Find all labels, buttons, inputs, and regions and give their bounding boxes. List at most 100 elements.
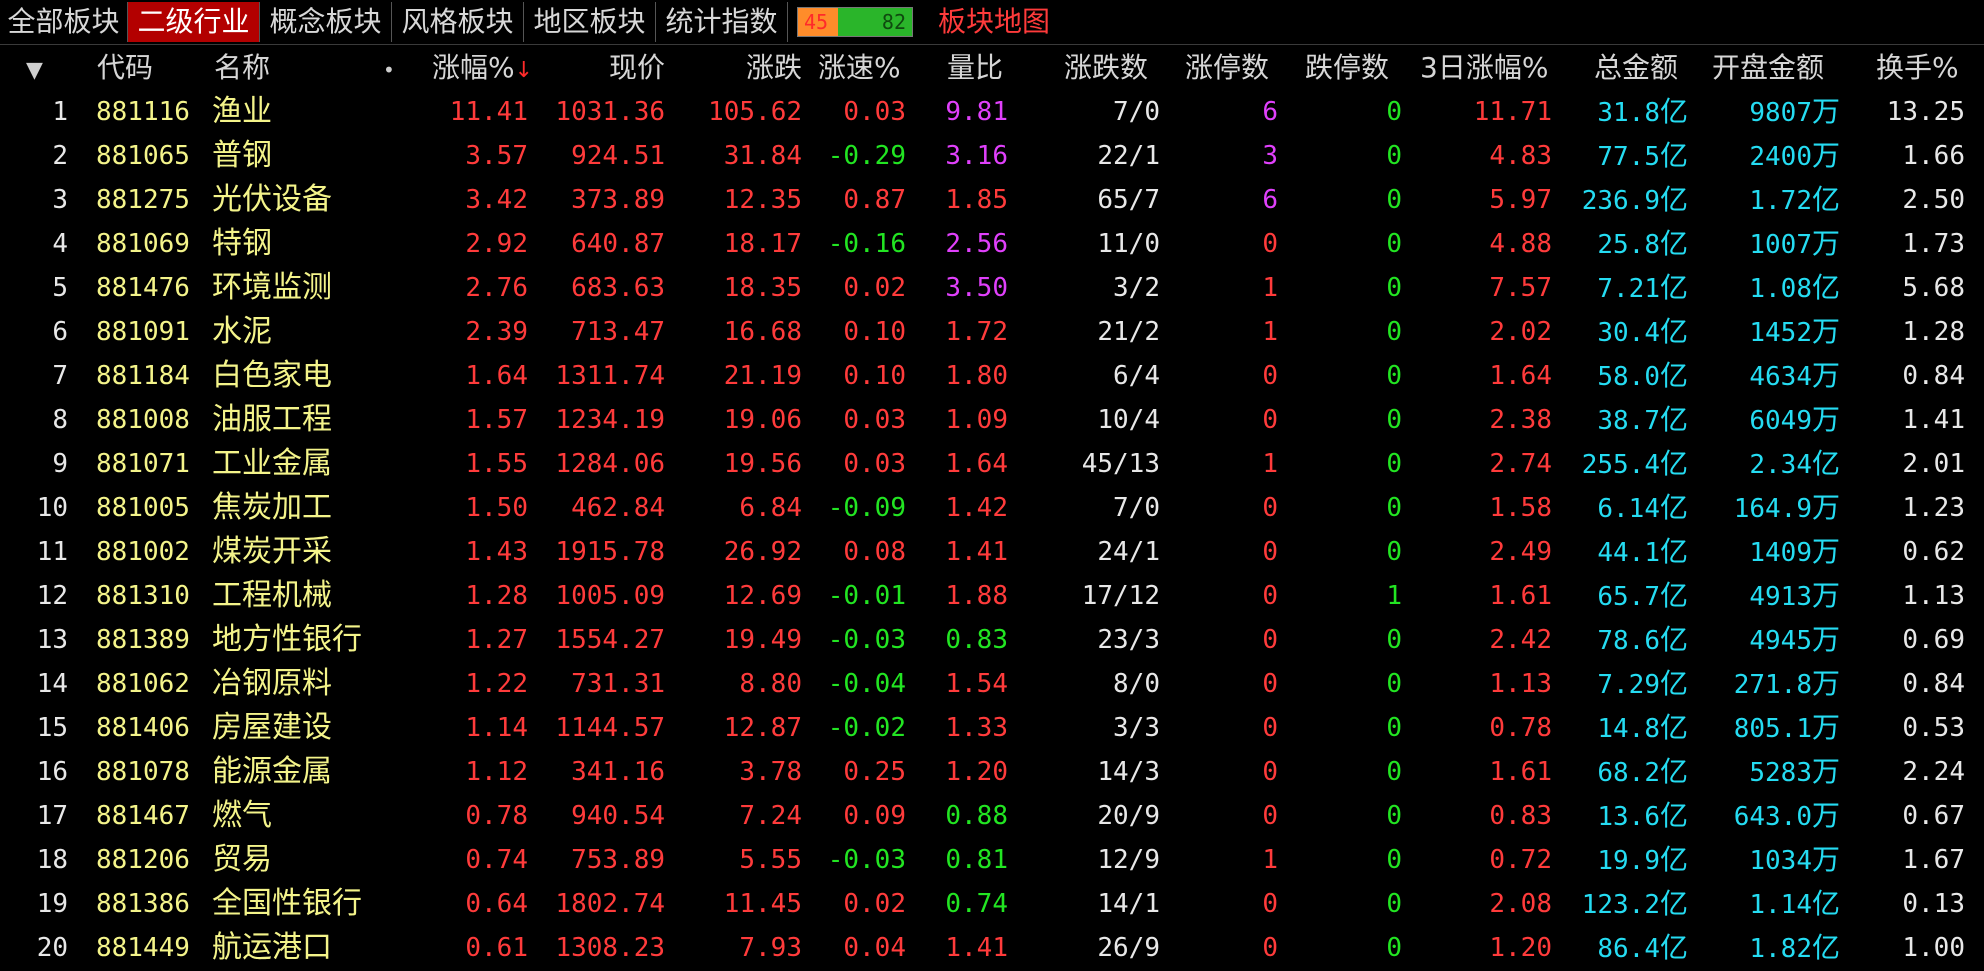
total-amount-value: 30.4 [1597,318,1660,348]
change-value: 7.93 [739,933,802,963]
change-pct-value: 0.64 [465,889,528,919]
speed-value: 0.03 [843,405,906,435]
table-row[interactable]: 10 881005 焦炭加工 1.50 462.84 6.84 -0.09 1.42 7/0 0 0… [0,486,1984,530]
limit-up-count-value: 6 [1262,185,1278,215]
total-amount-unit: 亿 [1659,271,1688,304]
change: 19.06 [682,398,802,442]
turnover: 5.68 [1850,266,1965,310]
turnover: 1.67 [1850,838,1965,882]
header-limit-up[interactable]: 涨停数 [1185,46,1269,90]
header-3day-pct[interactable]: 3日涨幅% [1420,46,1548,90]
turnover: 1.28 [1850,310,1965,354]
header-name[interactable]: 名称 [214,46,270,90]
header-price[interactable]: 现价 [545,46,665,90]
table-row[interactable]: 2 881065 普钢 3.57 924.51 31.84 -0.29 3.16 22/1 3 0 4… [0,134,1984,178]
change-pct: 2.92 [400,222,528,266]
table-row[interactable]: 13 881389 地方性银行 1.27 1554.27 19.49 -0.03 0.83 23… [0,618,1984,662]
limit-down-count: 0 [1310,178,1402,222]
header-change-pct[interactable]: 涨幅%↓ [432,46,533,90]
table-row[interactable]: 16 881078 能源金属 1.12 341.16 3.78 0.25 1.20 14/3 0 0… [0,750,1984,794]
table-row[interactable]: 11 881002 煤炭开采 1.43 1915.78 26.92 0.08 1.41 24/1… [0,530,1984,574]
table-row[interactable]: 15 881406 房屋建设 1.14 1144.57 12.87 -0.02 1.33 3/3… [0,706,1984,750]
sector-code-value: 881078 [96,757,190,787]
open-amount-unit: 亿 [1811,271,1840,304]
price-value: 1031.36 [555,97,665,127]
tab-statistic-index[interactable]: 统计指数 [656,2,788,42]
limit-down-count: 0 [1310,662,1402,706]
pct-3day-value: 2.74 [1489,449,1552,479]
sector-code: 881062 [96,662,206,706]
volume-ratio-value: 0.83 [945,625,1008,655]
speed-value: -0.02 [827,713,906,743]
volume-ratio-value: 1.64 [945,449,1008,479]
sector-map-link[interactable]: 板块地图 [938,2,1050,42]
tab-region-sectors[interactable]: 地区板块 [524,2,656,42]
row-index-value: 2 [52,141,68,171]
volume-ratio-value: 3.16 [945,141,1008,171]
table-row[interactable]: 18 881206 贸易 0.74 753.89 5.55 -0.03 0.81 12/9 1 0 0… [0,838,1984,882]
open-amount: 4913万 [1700,574,1840,618]
table-row[interactable]: 1 881116 渔业 11.41 1031.36 105.62 0.03 9.81 7/0 6 0… [0,90,1984,134]
open-amount: 4945万 [1700,618,1840,662]
total-amount: 30.4亿 [1560,310,1688,354]
open-amount-unit: 万 [1811,711,1840,744]
price-value: 753.89 [571,845,665,875]
sector-code: 881078 [96,750,206,794]
table-row[interactable]: 19 881386 全国性银行 0.64 1802.74 11.45 0.02 0.74 14/… [0,882,1984,926]
change-value: 19.56 [723,449,802,479]
updown-count: 65/7 [1040,178,1160,222]
table-row[interactable]: 8 881008 油服工程 1.57 1234.19 19.06 0.03 1.09 10/4 0… [0,398,1984,442]
turnover-value: 1.67 [1902,845,1965,875]
total-amount: 78.6亿 [1560,618,1688,662]
tab-secondary-industry[interactable]: 二级行业 [128,2,260,42]
column-menu-button[interactable]: ▼ [26,46,56,90]
limit-up-count-value: 0 [1262,581,1278,611]
table-row[interactable]: 7 881184 白色家电 1.64 1311.74 21.19 0.10 1.80 6/4 0 0… [0,354,1984,398]
table-row[interactable]: 4 881069 特钢 2.92 640.87 18.17 -0.16 2.56 11/0 0 0 4… [0,222,1984,266]
limit-up-count-value: 0 [1262,361,1278,391]
header-speed[interactable]: 涨速% [818,46,901,90]
sector-code-value: 881002 [96,537,190,567]
open-amount-value: 2400 [1749,142,1812,172]
sector-code: 881476 [96,266,206,310]
open-amount: 164.9万 [1700,486,1840,530]
turnover: 2.24 [1850,750,1965,794]
header-open-amount[interactable]: 开盘金额 [1712,46,1824,90]
updown-count-value: 65/7 [1097,185,1160,215]
tab-all-sectors[interactable]: 全部板块 [0,2,128,42]
header-change[interactable]: 涨跌 [700,46,802,90]
row-index-value: 16 [36,757,68,787]
header-volume-ratio[interactable]: 量比 [947,46,1003,90]
sector-code: 881065 [96,134,206,178]
row-index-value: 5 [52,273,68,303]
tab-concept-sectors[interactable]: 概念板块 [260,2,392,42]
table-row[interactable]: 20 881449 航运港口 0.61 1308.23 7.93 0.04 1.41 26/9 0… [0,926,1984,970]
table-row[interactable]: 14 881062 冶钢原料 1.22 731.31 8.80 -0.04 1.54 8/0 0 0… [0,662,1984,706]
sector-name: 燃气 [212,794,382,838]
turnover-value: 2.24 [1902,757,1965,787]
change-pct: 3.42 [400,178,528,222]
tab-style-sectors[interactable]: 风格板块 [392,2,524,42]
total-amount: 6.14亿 [1560,486,1688,530]
header-code[interactable]: 代码 [97,46,153,90]
header-turnover[interactable]: 换手% [1876,46,1959,90]
volume-ratio: 2.56 [910,222,1008,266]
volume-ratio: 1.09 [910,398,1008,442]
table-row[interactable]: 12 881310 工程机械 1.28 1005.09 12.69 -0.01 1.88 17/… [0,574,1984,618]
open-amount-unit: 万 [1811,843,1840,876]
table-row[interactable]: 6 881091 水泥 2.39 713.47 16.68 0.10 1.72 21/2 1 0 2.… [0,310,1984,354]
header-limit-down[interactable]: 跌停数 [1305,46,1389,90]
updown-count: 3/2 [1040,266,1160,310]
table-row[interactable]: 9 881071 工业金属 1.55 1284.06 19.56 0.03 1.64 45/13… [0,442,1984,486]
speed-value: -0.16 [827,229,906,259]
header-total-amount[interactable]: 总金额 [1594,46,1678,90]
limit-down-count-value: 0 [1386,801,1402,831]
table-row[interactable]: 5 881476 环境监测 2.76 683.63 18.35 0.02 3.50 3/2 1 0 7… [0,266,1984,310]
sector-code-value: 881005 [96,493,190,523]
table-row[interactable]: 17 881467 燃气 0.78 940.54 7.24 0.09 0.88 20/9 0 0 0.… [0,794,1984,838]
sector-tab-bar: 全部板块 二级行业 概念板块 风格板块 地区板块 统计指数 45 82 板块地图 [0,0,1984,45]
table-row[interactable]: 3 881275 光伏设备 3.42 373.89 12.35 0.87 1.85 65/7 6 0… [0,178,1984,222]
name-options-button[interactable]: • [383,46,395,90]
header-updown-count[interactable]: 涨跌数 [1064,46,1148,90]
volume-ratio: 1.42 [910,486,1008,530]
